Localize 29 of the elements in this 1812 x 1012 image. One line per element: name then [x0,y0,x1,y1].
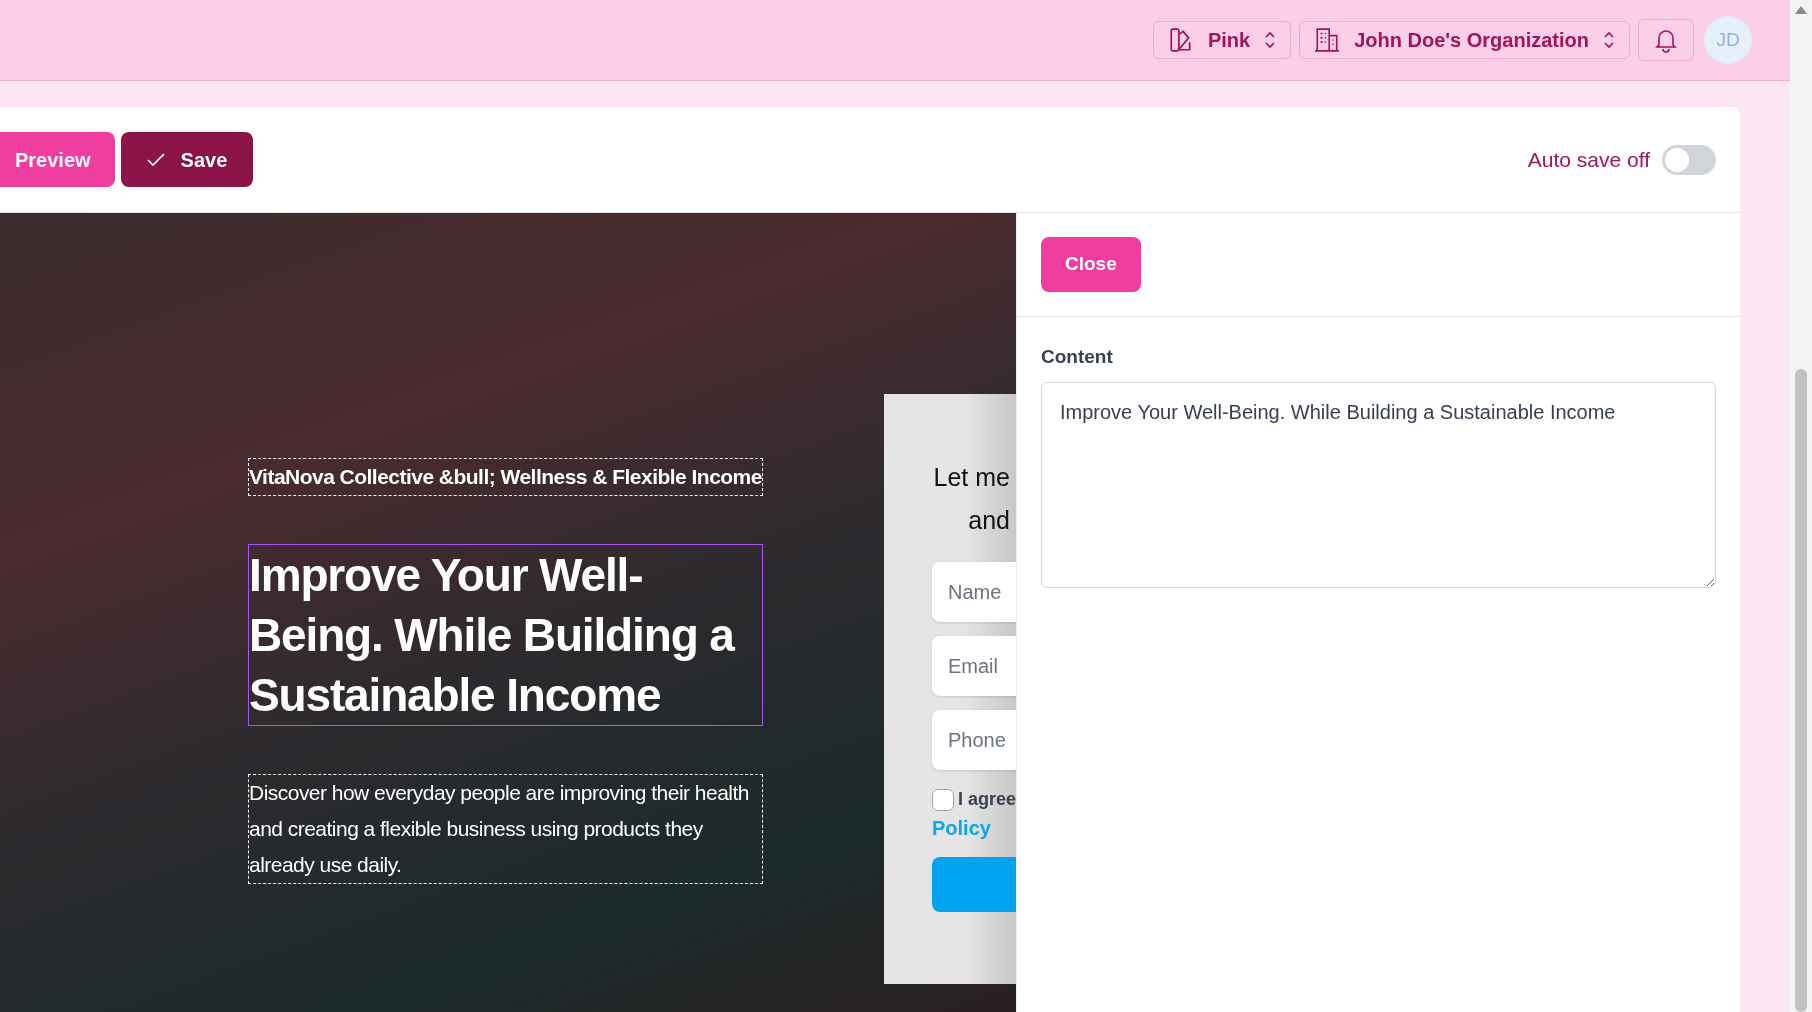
hero-description[interactable]: Discover how everyday people are improving their health and creating a flexible business using products they already use daily. [248,774,763,884]
form-input-field[interactable]: Name [932,562,1016,622]
save-button[interactable]: Save [120,132,254,187]
form-submit-button[interactable] [932,857,1016,912]
scrollbar-thumb[interactable] [1795,369,1807,1012]
form-input-field[interactable]: Phone [932,710,1016,770]
chevron-updown-icon [1264,31,1277,49]
theme-selector[interactable]: Pink [1152,21,1292,59]
swatch-icon [1167,27,1194,53]
close-button[interactable]: Close [1041,237,1141,292]
auto-save-toggle[interactable] [1662,144,1716,175]
notifications-button[interactable] [1638,19,1694,61]
bell-icon [1654,27,1678,53]
content-textarea[interactable]: Improve Your Well-Being. While Building a Sustainable Income [1041,381,1716,588]
check-icon [146,152,165,167]
hero-subtitle[interactable]: VitaNova Collective &bull; Wellness & Flexible Income [248,458,763,496]
building-icon [1314,27,1341,53]
chevron-updown-icon [1603,31,1615,49]
consent-checkbox[interactable] [932,788,954,811]
form-heading-line: and [968,505,1011,536]
auto-save-label: Auto save off [1527,146,1650,173]
hero-heading[interactable]: Improve Your Well-Being. While Building a Sustainable Income [248,544,763,726]
organization-selector[interactable]: John Doe's Organization [1299,21,1630,59]
content-label: Content [1041,345,1114,369]
form-heading-line: Let me [933,462,1011,493]
preview-button[interactable]: Preview [0,132,115,187]
consent-text: I agree [958,788,1016,811]
scroll-up-arrow-icon [1795,6,1807,14]
form-input-field[interactable]: Email [932,636,1016,696]
